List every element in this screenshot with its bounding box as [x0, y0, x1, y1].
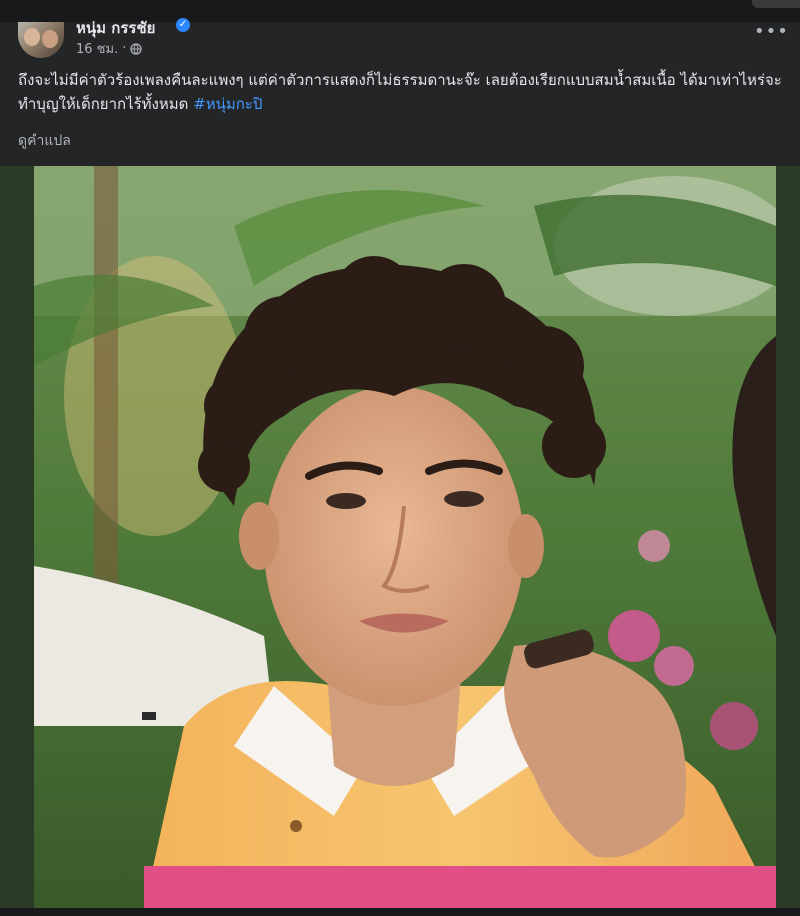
post-time[interactable]: 16 ชม. — [76, 38, 118, 59]
author-name[interactable]: หนุ่ม กรรชัย — [76, 16, 155, 40]
post-photo-container — [0, 166, 800, 908]
globe-icon[interactable] — [130, 42, 142, 55]
post-text: ถึงจะไม่มีค่าตัวร้องเพลงคืนละแพงๆ แต่ค่า… — [18, 68, 788, 116]
post-photo[interactable] — [34, 166, 776, 908]
top-bar-pill — [752, 0, 800, 8]
hashtag-link[interactable]: #หนุ่มกะปิ — [193, 95, 262, 113]
photo-illustration — [34, 166, 776, 908]
verified-badge-icon: ✓ — [176, 18, 190, 32]
more-options-icon[interactable]: ••• — [754, 22, 788, 42]
avatar-face-2 — [42, 30, 58, 48]
avatar[interactable] — [18, 22, 64, 58]
post-meta: 16 ชม. · — [76, 38, 142, 59]
meta-separator: · — [122, 41, 127, 56]
post-header: หนุ่ม กรรชัย ✓ 16 ชม. · ••• ถึงจะไม่มีค่… — [0, 18, 800, 164]
see-translation-link[interactable]: ดูคำแปล — [18, 130, 71, 152]
post-body-text: ถึงจะไม่มีค่าตัวร้องเพลงคืนละแพงๆ แต่ค่า… — [18, 71, 782, 113]
avatar-face-1 — [24, 28, 40, 46]
bottom-bar — [0, 908, 800, 916]
